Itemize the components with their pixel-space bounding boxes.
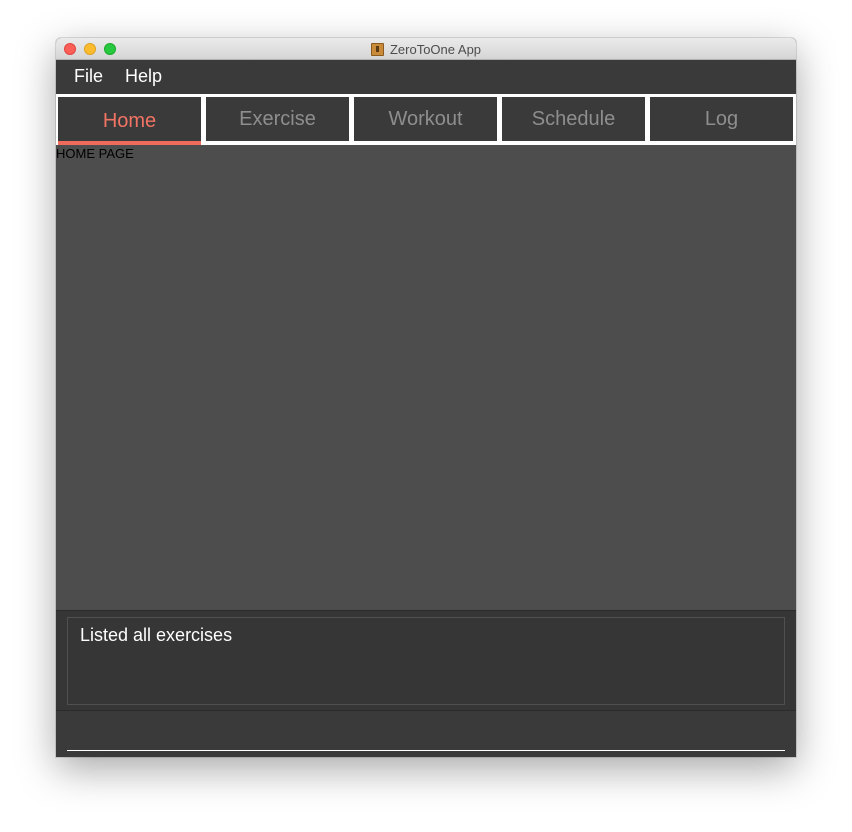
page-title: HOME PAGE xyxy=(56,146,134,161)
menu-bar: File Help xyxy=(56,60,796,94)
tab-home[interactable]: Home xyxy=(58,97,201,145)
app-window: ZeroToOne App File Help Home Exercise Wo… xyxy=(56,38,796,757)
window-title: ZeroToOne App xyxy=(389,41,482,57)
app-icon xyxy=(370,42,384,56)
result-message: Listed all exercises xyxy=(80,625,233,645)
command-panel xyxy=(56,710,796,757)
title-wrap: ZeroToOne App xyxy=(56,38,796,60)
tab-workout[interactable]: Workout xyxy=(354,97,497,141)
command-input[interactable] xyxy=(67,721,785,751)
result-panel: Listed all exercises xyxy=(56,610,796,710)
menu-file[interactable]: File xyxy=(74,66,103,87)
menu-help[interactable]: Help xyxy=(125,66,162,87)
home-page-content: HOME PAGE xyxy=(56,145,796,610)
result-display[interactable]: Listed all exercises xyxy=(67,617,785,705)
tab-bar: Home Exercise Workout Schedule Log xyxy=(56,94,796,145)
tab-schedule[interactable]: Schedule xyxy=(502,97,645,141)
title-bar[interactable]: ZeroToOne App xyxy=(56,38,796,60)
tab-log[interactable]: Log xyxy=(650,97,793,141)
tab-exercise[interactable]: Exercise xyxy=(206,97,349,141)
